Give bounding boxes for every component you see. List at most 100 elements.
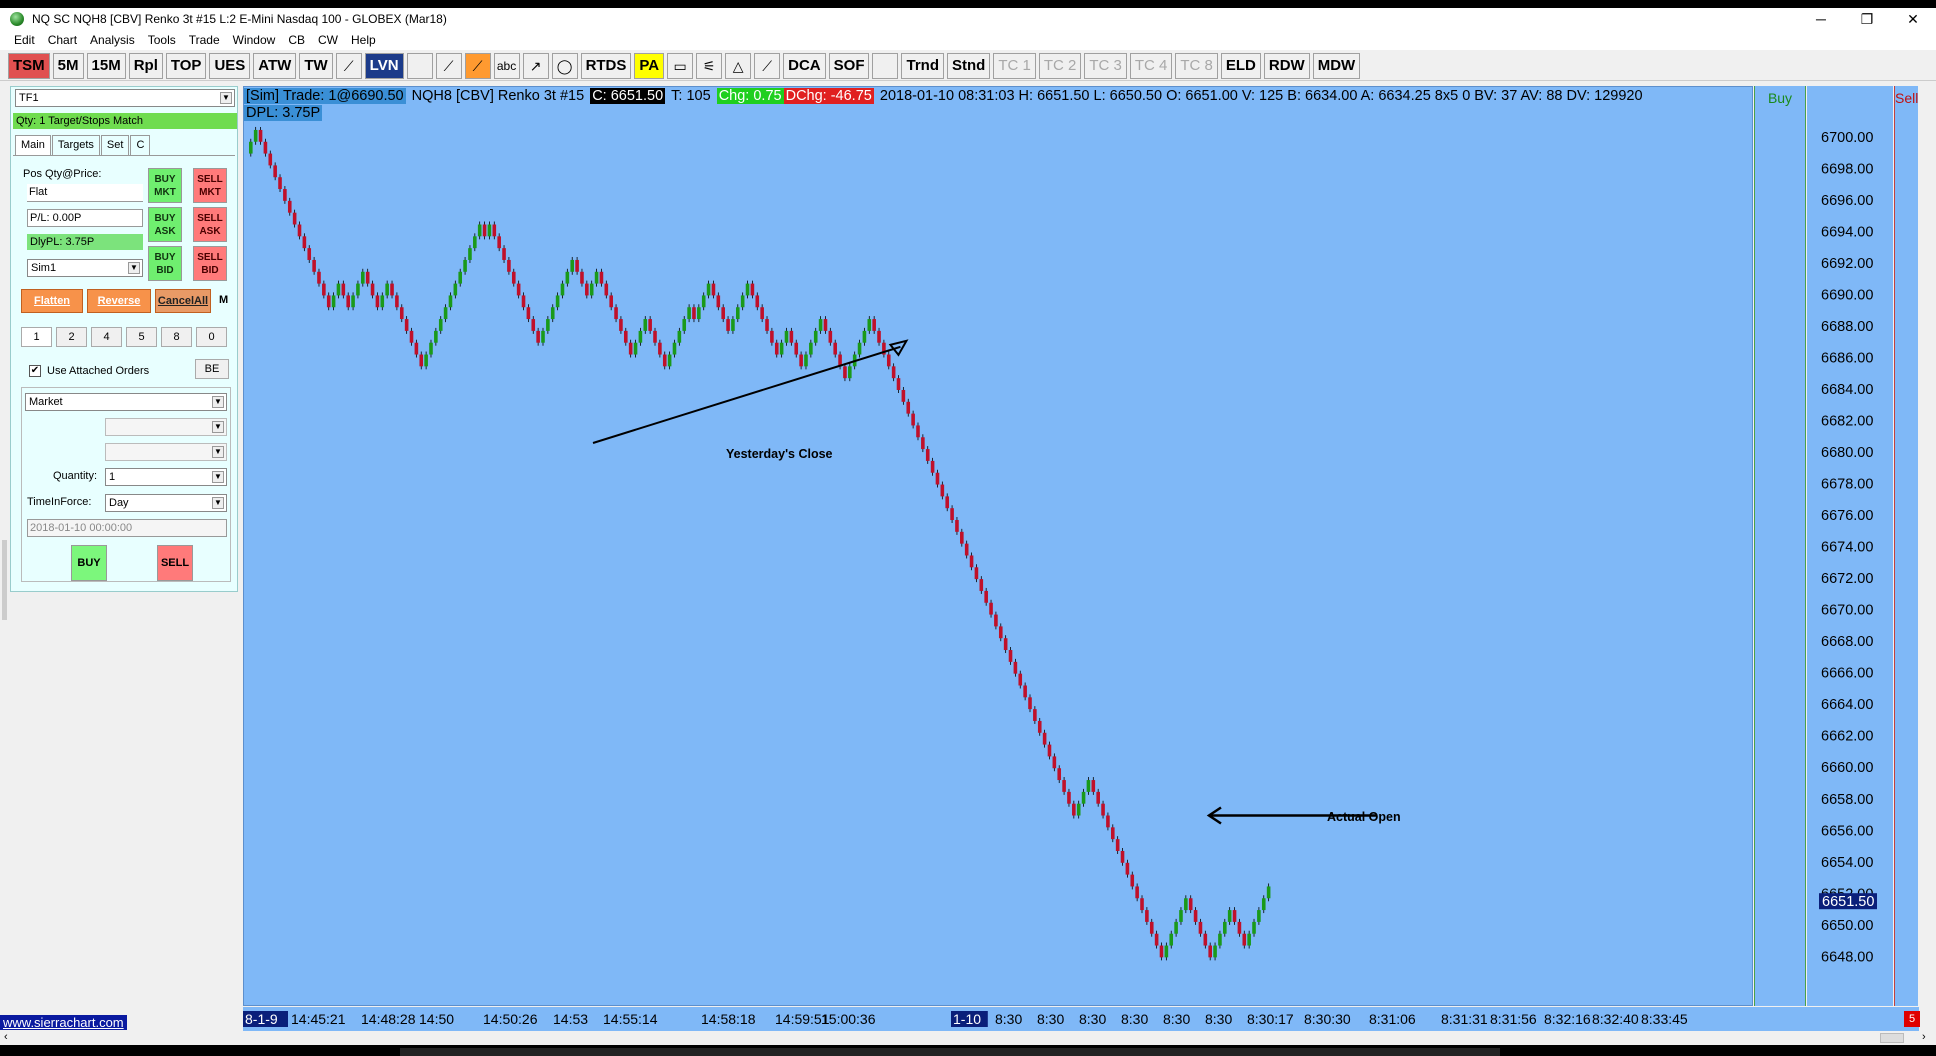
reverse-button[interactable]: Reverse xyxy=(87,289,151,313)
time-tick-label: 8:32:40 xyxy=(1592,1011,1639,1027)
pitchfork-tool-icon[interactable]: ⟋ xyxy=(754,52,781,79)
price-tick-label: 6670.00 xyxy=(1821,603,1873,619)
15m-button[interactable]: 15M xyxy=(86,52,126,79)
quantity-select[interactable]: 1 ▼ xyxy=(105,468,227,486)
account-select[interactable]: TF1 ▼ xyxy=(15,89,235,107)
scroll-left-icon[interactable]: ‹ xyxy=(4,1031,8,1043)
menu-analysis[interactable]: Analysis xyxy=(90,33,135,47)
tab-main[interactable]: Main xyxy=(15,135,51,155)
tc8-button[interactable]: TC 8 xyxy=(1175,52,1218,79)
order-type-select[interactable]: Market ▼ xyxy=(25,393,227,411)
tc3-button[interactable]: TC 3 xyxy=(1084,52,1127,79)
quick-qty-2[interactable]: 2 xyxy=(56,327,87,347)
sim-account-select[interactable]: Sim1 ▼ xyxy=(27,259,143,277)
rtds-button[interactable]: RTDS xyxy=(580,52,632,79)
sof-button[interactable]: SOF xyxy=(828,52,870,79)
menu-edit[interactable]: Edit xyxy=(14,33,35,47)
menu-chart[interactable]: Chart xyxy=(48,33,77,47)
fib-tool-icon[interactable]: ⚟ xyxy=(696,52,723,79)
tw-button[interactable]: TW xyxy=(299,52,333,79)
sidebar-splitter[interactable] xyxy=(2,540,7,620)
flatten-button[interactable]: Flatten xyxy=(21,289,83,313)
draw-ruler-icon[interactable]: ⟋ xyxy=(335,52,362,79)
sell-market-button[interactable]: SELL MKT xyxy=(193,168,227,203)
blank-tool-button[interactable] xyxy=(406,52,433,79)
rdw-button[interactable]: RDW xyxy=(1263,52,1310,79)
ellipse-tool-icon[interactable]: ◯ xyxy=(551,52,578,79)
price2-select[interactable]: ▼ xyxy=(105,443,227,461)
scroll-right-icon[interactable]: › xyxy=(1922,1031,1926,1043)
tab-targets[interactable]: Targets xyxy=(51,135,100,155)
down-brick xyxy=(1135,886,1139,899)
buy-ask-button[interactable]: BUY ASK xyxy=(148,207,182,242)
replay-button[interactable]: Rpl xyxy=(128,52,163,79)
scroll-thumb[interactable] xyxy=(1880,1033,1904,1043)
m-button[interactable]: M xyxy=(219,294,228,306)
rectangle-tool-icon[interactable]: ▭ xyxy=(667,52,694,79)
quick-qty-4[interactable]: 4 xyxy=(91,327,122,347)
good-till-date-field[interactable]: 2018-01-10 00:00:00 xyxy=(27,519,227,537)
ues-button[interactable]: UES xyxy=(209,52,251,79)
line-tool-icon[interactable]: ⟋ xyxy=(435,52,462,79)
tc4-button[interactable]: TC 4 xyxy=(1129,52,1173,79)
menu-cb[interactable]: CB xyxy=(288,33,305,47)
chart-area[interactable]: [Sim] Trade: 1@6690.50 NQH8 [CBV] Renko 3… xyxy=(243,86,1753,1006)
up-brick xyxy=(1223,921,1227,934)
sell-column-header: Sell xyxy=(1895,90,1919,106)
use-attached-checkbox[interactable]: ✔ xyxy=(29,365,41,377)
sell-ask-button[interactable]: SELL ASK xyxy=(193,207,227,242)
sell-bid-button[interactable]: SELL BID xyxy=(193,246,227,281)
sell-column[interactable]: Sell xyxy=(1894,86,1918,1006)
right-scroll-edge[interactable] xyxy=(1918,86,1936,1006)
menu-window[interactable]: Window xyxy=(233,33,276,47)
breakeven-button[interactable]: BE xyxy=(195,359,229,379)
price1-select[interactable]: ▼ xyxy=(105,418,227,436)
quick-qty-5[interactable]: 5 xyxy=(126,327,157,347)
tif-label: TimeInForce: xyxy=(27,496,92,508)
buy-button[interactable]: BUY xyxy=(71,545,107,581)
buy-market-button[interactable]: BUY MKT xyxy=(148,168,182,203)
tc2-button[interactable]: TC 2 xyxy=(1038,52,1082,79)
tif-select[interactable]: Day ▼ xyxy=(105,494,227,512)
eld-button[interactable]: ELD xyxy=(1220,52,1261,79)
mdw-button[interactable]: MDW xyxy=(1312,52,1361,79)
pa-button[interactable]: PA xyxy=(634,52,665,79)
close-button[interactable]: ✕ xyxy=(1890,8,1936,30)
menu-help[interactable]: Help xyxy=(351,33,376,47)
lvn-button[interactable]: LVN xyxy=(364,52,404,79)
5m-button[interactable]: 5M xyxy=(52,52,84,79)
price-tick-label: 6662.00 xyxy=(1821,729,1873,745)
down-brick xyxy=(390,283,394,296)
down-brick xyxy=(716,295,721,308)
cancel-all-button[interactable]: CancelAll xyxy=(155,289,211,313)
tsm-button[interactable]: TSM xyxy=(8,52,50,79)
top-button[interactable]: TOP xyxy=(165,52,207,79)
ray-tool-icon[interactable]: ⟋ xyxy=(464,52,491,79)
stnd-button[interactable]: Stnd xyxy=(946,52,991,79)
menu-trade[interactable]: Trade xyxy=(189,33,220,47)
sierrachart-link[interactable]: www.sierrachart.com xyxy=(0,1015,127,1030)
arrow-tool-icon[interactable]: ↗ xyxy=(522,52,549,79)
price-tick-label: 6680.00 xyxy=(1821,445,1873,461)
text-tool-button[interactable]: abc xyxy=(493,52,520,79)
price-scale-svg: 6700.00 6698.00 6696.00 6694.00 6692.00 6690.… xyxy=(1819,130,1877,965)
dca-button[interactable]: DCA xyxy=(783,52,826,79)
tab-set[interactable]: Set xyxy=(100,135,130,155)
tc1-button[interactable]: TC 1 xyxy=(993,52,1036,79)
quick-qty-8[interactable]: 8 xyxy=(161,327,192,347)
menu-tools[interactable]: Tools xyxy=(148,33,176,47)
triangle-tool-icon[interactable]: △ xyxy=(725,52,752,79)
down-brick xyxy=(287,200,292,213)
tab-c[interactable]: C xyxy=(130,135,151,155)
maximize-button[interactable]: ❐ xyxy=(1844,8,1890,30)
sell-button[interactable]: SELL xyxy=(157,545,193,581)
horizontal-scrollbar[interactable]: ‹ › xyxy=(0,1031,1936,1045)
quick-qty-0[interactable]: 0 xyxy=(196,327,227,347)
atw-button[interactable]: ATW xyxy=(253,52,297,79)
buy-bid-button[interactable]: BUY BID xyxy=(148,246,182,281)
buy-column[interactable]: Buy xyxy=(1754,86,1806,1006)
minimize-button[interactable]: ─ xyxy=(1798,8,1844,30)
quick-qty-1[interactable]: 1 xyxy=(21,327,52,347)
trnd-button[interactable]: Trnd xyxy=(901,52,944,79)
menu-cw[interactable]: CW xyxy=(318,33,338,47)
